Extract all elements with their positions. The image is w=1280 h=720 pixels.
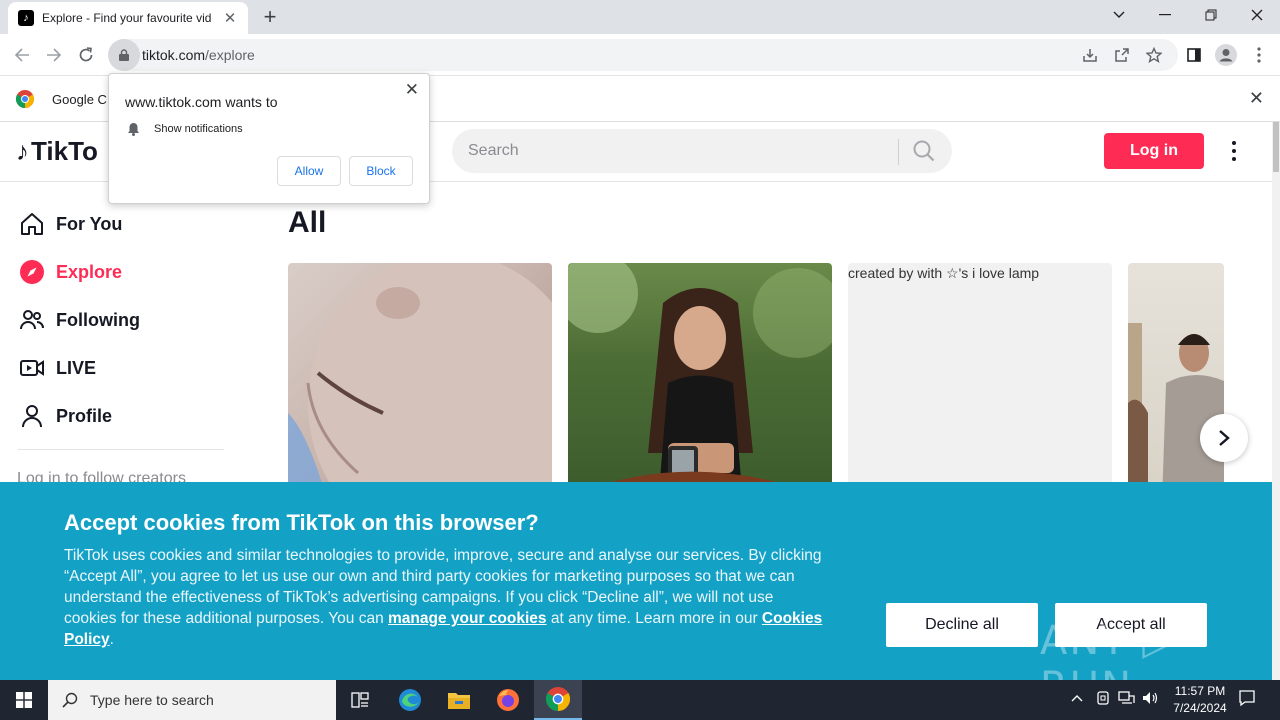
permission-item: Show notifications bbox=[127, 122, 243, 136]
nav-live[interactable]: LIVE bbox=[18, 352, 96, 384]
notification-permission-popup: www.tiktok.com wants to ✕ Show notificat… bbox=[108, 73, 430, 204]
nav-divider bbox=[18, 449, 224, 450]
tray-volume-icon[interactable] bbox=[1142, 690, 1160, 709]
nav-label: For You bbox=[56, 213, 123, 234]
taskbar-search-icon bbox=[62, 692, 78, 708]
windows-taskbar: Type here to search 11:57 PM 7/24/2024 bbox=[0, 680, 1280, 720]
allow-button[interactable]: Allow bbox=[277, 156, 341, 186]
search-input[interactable]: Search bbox=[452, 129, 952, 173]
tiktok-logo[interactable]: ♪ TikTo bbox=[16, 136, 98, 167]
edge-icon[interactable] bbox=[386, 680, 434, 720]
side-panel-icon[interactable] bbox=[1183, 44, 1205, 66]
bell-icon bbox=[128, 123, 139, 136]
notification-center-icon[interactable] bbox=[1238, 689, 1256, 710]
tab-title: Explore - Find your favourite vid bbox=[42, 11, 212, 25]
explore-main: All created by with ☆'s i love lamp bbox=[240, 182, 1272, 482]
nav-profile[interactable]: Profile bbox=[18, 400, 112, 432]
tray-chevron-up-icon[interactable] bbox=[1071, 690, 1083, 705]
file-explorer-icon[interactable] bbox=[435, 680, 483, 720]
clock-time: 11:57 PM bbox=[1174, 684, 1226, 698]
tiktok-note-icon: ♪ bbox=[16, 136, 29, 166]
nav-explore[interactable]: Explore bbox=[18, 256, 122, 288]
firefox-icon[interactable] bbox=[484, 680, 532, 720]
side-nav: For You Explore Following LIVE Profile L… bbox=[0, 182, 240, 487]
video-card[interactable] bbox=[288, 263, 552, 482]
chrome-logo-icon bbox=[16, 90, 34, 108]
nav-label: Explore bbox=[56, 261, 123, 282]
chevron-right-icon bbox=[1219, 430, 1230, 446]
browser-menu-icon[interactable] bbox=[1248, 44, 1270, 66]
decline-all-button[interactable]: Decline all bbox=[886, 603, 1038, 647]
tray-device-icon[interactable] bbox=[1096, 690, 1110, 709]
browser-tabstrip: ♪ Explore - Find your favourite vid ✕ + bbox=[0, 0, 1280, 34]
compass-icon bbox=[18, 258, 46, 286]
reload-icon[interactable] bbox=[73, 42, 99, 68]
new-tab-button[interactable]: + bbox=[258, 6, 282, 30]
nav-following[interactable]: Following bbox=[18, 304, 140, 336]
tab-search-chevron-icon[interactable] bbox=[1096, 0, 1142, 30]
page-title: All bbox=[288, 206, 327, 239]
nav-label: Following bbox=[56, 309, 140, 330]
tiktok-favicon-icon: ♪ bbox=[18, 10, 34, 26]
browser-tab[interactable]: ♪ Explore - Find your favourite vid ✕ bbox=[8, 2, 248, 34]
search-divider bbox=[898, 139, 899, 165]
bookmark-star-icon[interactable] bbox=[1143, 44, 1165, 66]
infobar-close-icon[interactable]: ✕ bbox=[1249, 88, 1264, 109]
video-card[interactable]: created by with ☆'s i love lamp bbox=[848, 263, 1112, 482]
tray-network-icon[interactable] bbox=[1118, 690, 1136, 709]
profile-avatar-icon[interactable] bbox=[1215, 44, 1237, 66]
scrollbar-thumb[interactable] bbox=[1273, 122, 1279, 172]
video-card-alt-text: created by with ☆'s i love lamp bbox=[848, 265, 1040, 281]
live-camera-icon bbox=[18, 354, 46, 382]
task-view-icon[interactable] bbox=[336, 680, 384, 720]
manage-cookies-link[interactable]: manage your cookies bbox=[388, 610, 547, 627]
more-options-icon[interactable] bbox=[1224, 138, 1244, 164]
login-button[interactable]: Log in bbox=[1104, 133, 1204, 169]
tiktok-logo-text: TikTo bbox=[31, 136, 98, 166]
permission-title: www.tiktok.com wants to bbox=[125, 94, 278, 110]
infobar-message: Google C bbox=[52, 92, 107, 107]
person-icon bbox=[18, 402, 46, 430]
nav-label: LIVE bbox=[56, 357, 97, 378]
clock-date: 7/24/2024 bbox=[1173, 701, 1227, 715]
install-download-icon[interactable] bbox=[1079, 44, 1101, 66]
page-scrollbar[interactable] bbox=[1272, 122, 1280, 680]
taskbar-search-placeholder: Type here to search bbox=[90, 692, 214, 708]
close-window-button[interactable] bbox=[1234, 0, 1280, 30]
restore-button[interactable] bbox=[1188, 0, 1234, 30]
nav-for-you[interactable]: For You bbox=[18, 208, 122, 240]
video-thumbnail-face bbox=[288, 263, 552, 482]
video-card[interactable] bbox=[568, 263, 832, 482]
minimize-button[interactable] bbox=[1142, 0, 1188, 30]
tab-close-icon[interactable]: ✕ bbox=[222, 9, 238, 27]
browser-toolbar: tiktok.com/explore bbox=[0, 34, 1280, 76]
home-icon bbox=[18, 210, 46, 238]
search-icon[interactable] bbox=[912, 139, 936, 163]
windows-start-icon[interactable] bbox=[0, 680, 48, 720]
block-button[interactable]: Block bbox=[349, 156, 413, 186]
url-text: tiktok.com/explore bbox=[142, 47, 255, 63]
people-icon bbox=[18, 306, 46, 334]
cookie-banner-title: Accept cookies from TikTok on this brows… bbox=[64, 510, 539, 535]
nav-label: Profile bbox=[56, 405, 113, 426]
share-icon[interactable] bbox=[1111, 44, 1133, 66]
video-thumbnail-girl bbox=[568, 263, 832, 482]
address-bar[interactable]: tiktok.com/explore bbox=[108, 39, 1178, 71]
taskbar-clock[interactable]: 11:57 PM 7/24/2024 bbox=[1160, 683, 1240, 717]
search-placeholder: Search bbox=[468, 142, 519, 159]
permission-item-label: Show notifications bbox=[154, 123, 243, 135]
taskbar-search-input[interactable]: Type here to search bbox=[48, 680, 336, 720]
chrome-taskbar-icon[interactable] bbox=[534, 680, 582, 720]
permission-close-icon[interactable]: ✕ bbox=[405, 80, 419, 100]
cookie-banner-body: TikTok uses cookies and similar technolo… bbox=[64, 547, 823, 648]
back-arrow-icon[interactable] bbox=[9, 42, 35, 68]
cookie-banner: Accept cookies from TikTok on this brows… bbox=[0, 482, 1272, 710]
lock-icon[interactable] bbox=[108, 39, 140, 71]
carousel-next-button[interactable] bbox=[1200, 414, 1248, 462]
forward-arrow-icon[interactable] bbox=[41, 42, 67, 68]
